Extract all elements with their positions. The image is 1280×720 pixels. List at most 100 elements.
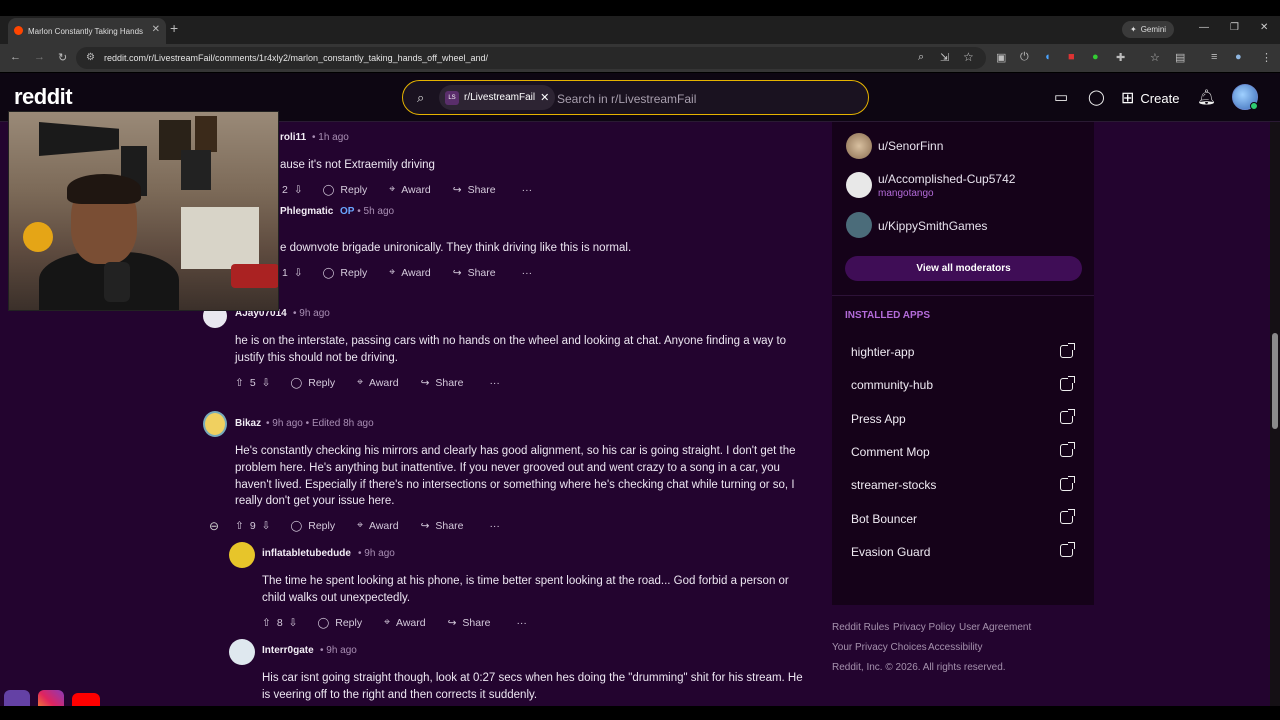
more-options-icon[interactable]: ··· <box>516 617 527 629</box>
address-bar[interactable]: ⚙ reddit.com/r/LivestreamFail/comments/1… <box>76 47 986 69</box>
reply-icon[interactable]: ◯ <box>323 267 335 279</box>
downvote-icon[interactable]: ⇩ <box>294 184 303 196</box>
close-tab-icon[interactable]: ✕ <box>152 24 160 35</box>
user-agreement-link[interactable]: User Agreement <box>959 622 1031 633</box>
moderator-avatar[interactable] <box>846 212 872 238</box>
back-icon[interactable]: ← <box>10 51 21 63</box>
award-button[interactable]: Award <box>401 184 431 196</box>
share-icon[interactable]: ↪ <box>421 377 430 389</box>
reply-icon[interactable]: ◯ <box>290 520 302 532</box>
downvote-icon[interactable]: ⇩ <box>294 267 303 279</box>
share-button[interactable]: Share <box>468 267 496 279</box>
search-bar[interactable]: ⌕ LS r/LivestreamFail ✕ Search in r/Live… <box>402 80 869 115</box>
share-icon[interactable]: ↪ <box>453 267 462 279</box>
user-avatar-icon[interactable] <box>229 639 255 665</box>
comment-username[interactable]: Interr0gate <box>262 645 314 656</box>
bookmarks-icon[interactable]: ☆ <box>1150 51 1160 64</box>
kebab-menu-icon[interactable]: ⋮ <box>1261 51 1272 64</box>
upvote-icon[interactable]: ⇧ <box>235 520 244 532</box>
reply-button[interactable]: Reply <box>308 520 335 532</box>
view-all-moderators-button[interactable]: View all moderators <box>845 256 1082 281</box>
moderator-link[interactable]: u/SenorFinn <box>878 139 943 153</box>
extension-icon[interactable]: ■ <box>1068 51 1075 63</box>
user-avatar-icon[interactable] <box>229 542 255 568</box>
award-button[interactable]: Award <box>401 267 431 279</box>
external-link-icon[interactable] <box>1060 409 1075 424</box>
browser-tab[interactable]: Marlon Constantly Taking Hands ✕ <box>8 18 166 44</box>
extension-icon[interactable]: ● <box>1092 51 1099 63</box>
award-button[interactable]: Award <box>369 520 399 532</box>
share-icon[interactable]: ↪ <box>448 617 457 629</box>
award-icon[interactable]: ⌖ <box>389 266 395 279</box>
downvote-icon[interactable]: ⇩ <box>262 520 271 532</box>
reply-icon[interactable]: ◯ <box>317 617 329 629</box>
new-tab-icon[interactable]: + <box>170 20 178 36</box>
external-link-icon[interactable] <box>1060 509 1075 524</box>
moderator-link[interactable]: u/KippySmithGames <box>878 219 987 233</box>
share-button[interactable]: Share <box>435 377 463 389</box>
external-link-icon[interactable] <box>1060 376 1075 391</box>
moderator-avatar[interactable] <box>846 172 872 198</box>
upvote-icon[interactable]: ⇧ <box>262 617 271 629</box>
chat-icon[interactable]: ◯ <box>1088 88 1105 106</box>
reddit-logo[interactable]: reddit <box>14 84 73 110</box>
notification-bell-icon[interactable]: 🔔︎ <box>1197 88 1216 106</box>
award-icon[interactable]: ⌖ <box>357 376 363 389</box>
sidepanel-icon[interactable]: ▤ <box>1175 51 1185 64</box>
create-button[interactable]: ⊞ Create <box>1121 88 1179 108</box>
external-link-icon[interactable] <box>1060 343 1075 358</box>
external-link-icon[interactable] <box>1060 542 1075 557</box>
chip-close-icon[interactable]: ✕ <box>540 91 549 104</box>
app-link[interactable]: community-hub <box>851 378 933 392</box>
extension-icon[interactable]: ◖ <box>1044 51 1051 63</box>
more-options-icon[interactable]: ··· <box>522 267 533 279</box>
menu-lines-icon[interactable]: ≡ <box>1211 51 1217 63</box>
reply-button[interactable]: Reply <box>340 267 367 279</box>
zoom-icon[interactable]: ⌕ <box>918 51 924 64</box>
extension-icon[interactable]: ▣ <box>996 51 1006 64</box>
reply-button[interactable]: Reply <box>340 184 367 196</box>
app-link[interactable]: streamer-stocks <box>851 478 936 492</box>
advertise-icon[interactable]: ▭ <box>1054 88 1068 106</box>
user-avatar[interactable] <box>1232 84 1258 110</box>
external-link-icon[interactable] <box>1060 442 1075 457</box>
app-link[interactable]: Bot Bouncer <box>851 512 917 526</box>
downvote-icon[interactable]: ⇩ <box>289 617 298 629</box>
award-icon[interactable]: ⌖ <box>389 183 395 196</box>
reddit-rules-link[interactable]: Reddit Rules <box>832 622 889 633</box>
award-icon[interactable]: ⌖ <box>357 519 363 532</box>
accessibility-link[interactable]: Accessibility <box>928 642 982 653</box>
more-options-icon[interactable]: ··· <box>489 377 500 389</box>
upvote-icon[interactable]: ⇧ <box>235 377 244 389</box>
share-icon[interactable]: ↪ <box>453 184 462 196</box>
moderator-link[interactable]: u/Accomplished-Cup5742 <box>878 172 1015 186</box>
comment-username[interactable]: Bikaz <box>235 418 261 429</box>
external-link-icon[interactable] <box>1060 476 1075 491</box>
more-options-icon[interactable]: ··· <box>522 184 533 196</box>
more-options-icon[interactable]: ··· <box>489 520 500 532</box>
comment-username[interactable]: Phlegmatic <box>280 206 333 217</box>
award-button[interactable]: Award <box>369 377 399 389</box>
reply-button[interactable]: Reply <box>335 617 362 629</box>
comment-username[interactable]: inflatabletubedude <box>262 548 351 559</box>
gemini-button[interactable]: ✦ Gemini <box>1122 21 1175 38</box>
install-icon[interactable]: ⇲ <box>940 51 949 64</box>
app-link[interactable]: hightier-app <box>851 345 914 359</box>
puzzle-icon[interactable]: ✚ <box>1116 51 1125 64</box>
user-avatar-icon[interactable] <box>203 411 227 437</box>
reply-button[interactable]: Reply <box>308 377 335 389</box>
app-link[interactable]: Press App <box>851 412 906 426</box>
extension-icon[interactable]: ⏻ <box>1020 51 1029 64</box>
forward-icon[interactable]: → <box>34 51 45 63</box>
reply-icon[interactable]: ◯ <box>323 184 335 196</box>
app-link[interactable]: Comment Mop <box>851 445 930 459</box>
privacy-policy-link[interactable]: Privacy Policy <box>893 622 955 633</box>
collapse-thread-icon[interactable]: ⊖ <box>209 519 219 533</box>
reload-icon[interactable]: ↻ <box>58 51 67 64</box>
comment-username[interactable]: roli11 <box>280 132 306 143</box>
award-button[interactable]: Award <box>396 617 426 629</box>
scrollbar-thumb[interactable] <box>1272 333 1278 429</box>
close-window-icon[interactable]: ✕ <box>1260 22 1268 33</box>
app-link[interactable]: Evasion Guard <box>851 545 930 559</box>
minimize-icon[interactable]: — <box>1199 22 1209 33</box>
